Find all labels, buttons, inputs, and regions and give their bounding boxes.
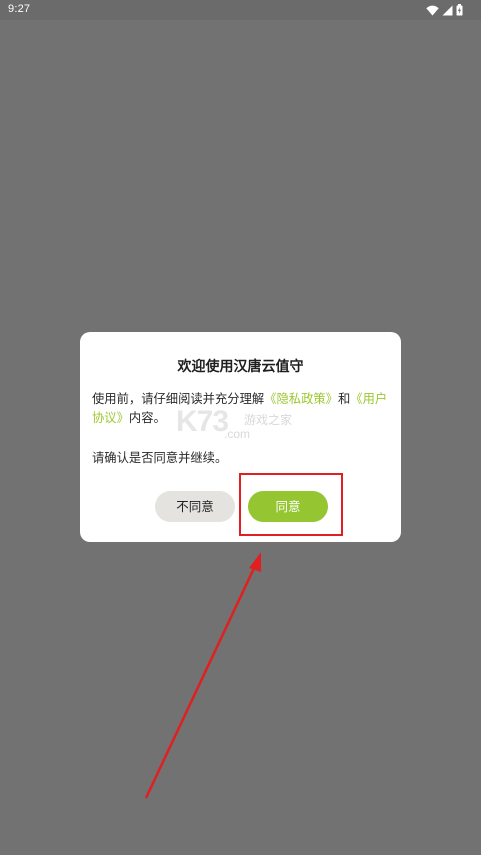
cellular-signal-icon [442, 5, 453, 16]
privacy-policy-link[interactable]: 《隐私政策》 [264, 392, 338, 406]
status-icons [426, 4, 463, 16]
disagree-button[interactable]: 不同意 [155, 491, 235, 522]
battery-icon [456, 4, 463, 16]
status-time: 9:27 [8, 3, 31, 15]
message-join: 和 [337, 392, 351, 406]
wifi-icon [426, 5, 439, 16]
status-bar: 9:27 [0, 0, 481, 20]
dialog-message: 使用前，请仔细阅读并充分理解《隐私政策》和《用户协议》内容。 [92, 390, 388, 428]
annotation-highlight-box [239, 473, 343, 536]
dialog-title: 欢迎使用汉唐云值守 [177, 359, 304, 375]
confirm-prompt: 请确认是否同意并继续。 [92, 451, 228, 465]
message-suffix: 内容。 [128, 411, 166, 425]
message-prefix: 使用前，请仔细阅读并充分理解 [92, 392, 265, 406]
